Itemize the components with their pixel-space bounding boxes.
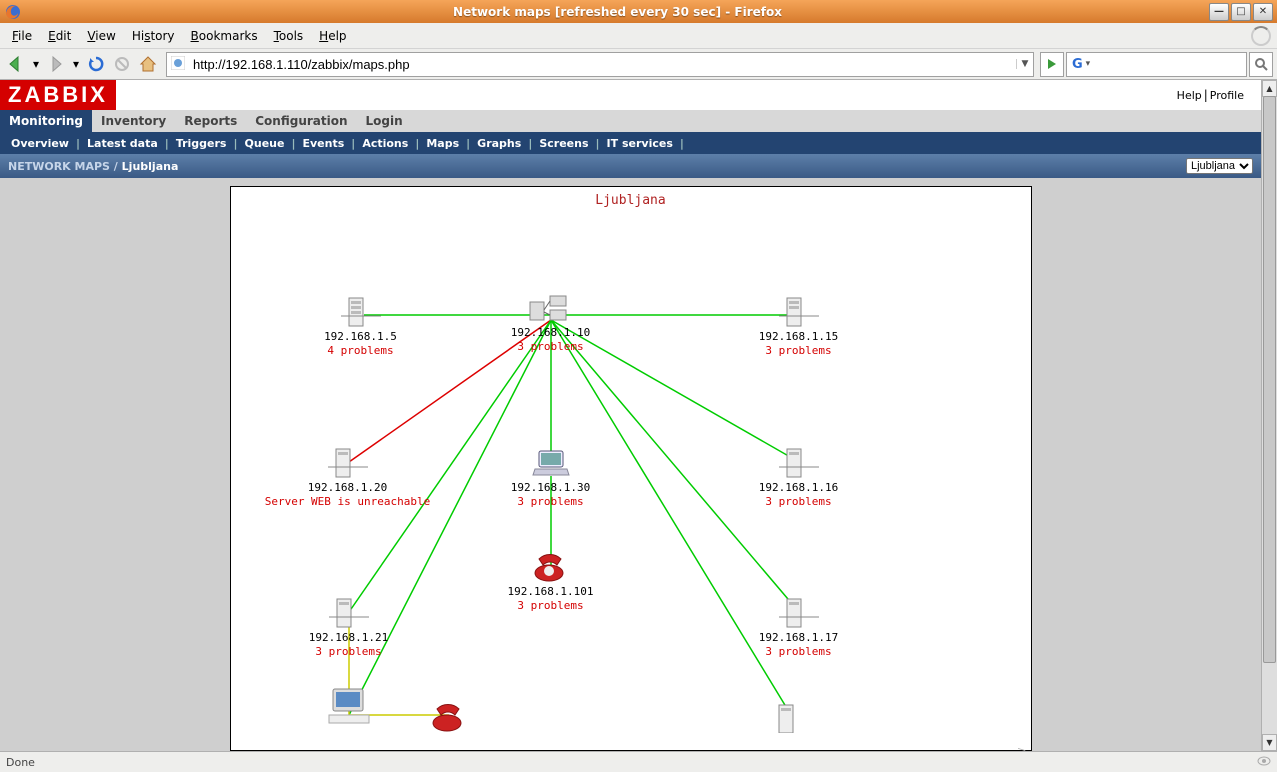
back-button[interactable]: [4, 52, 28, 76]
node-phone[interactable]: [429, 695, 469, 733]
window-titlebar: Network maps [refreshed every 30 sec] - …: [0, 0, 1277, 23]
reload-button[interactable]: [84, 52, 108, 76]
search-go-button[interactable]: [1249, 52, 1273, 77]
desktop-icon: [319, 689, 379, 727]
tab-configuration[interactable]: Configuration: [246, 110, 356, 132]
subnav-events[interactable]: Events: [295, 137, 351, 150]
go-button[interactable]: [1040, 52, 1064, 77]
google-icon: G: [1069, 57, 1086, 72]
server-icon: [263, 443, 433, 481]
menu-help[interactable]: Help: [313, 27, 352, 45]
node-laptop[interactable]: 192.168.1.30 3 problems: [491, 443, 611, 509]
node-server[interactable]: [771, 695, 811, 733]
zabbix-logo: ZABBIX: [0, 80, 116, 110]
node-server[interactable]: 192.168.1.16 3 problems: [739, 443, 859, 509]
subnav-queue[interactable]: Queue: [238, 137, 292, 150]
node-server[interactable]: 192.168.1.5 4 problems: [301, 292, 421, 358]
page-favicon-icon: [171, 56, 187, 72]
menu-tools[interactable]: Tools: [268, 27, 310, 45]
node-switch[interactable]: 192.168.1.10 3 problems: [491, 288, 611, 354]
sub-nav: Overview| Latest data| Triggers| Queue| …: [0, 132, 1261, 154]
forward-button[interactable]: [44, 52, 68, 76]
tab-inventory[interactable]: Inventory: [92, 110, 175, 132]
server-icon: [289, 593, 409, 631]
menu-edit[interactable]: Edit: [42, 27, 77, 45]
search-input[interactable]: [1090, 56, 1271, 73]
tab-monitoring[interactable]: Monitoring: [0, 110, 92, 132]
switch-icon: [491, 288, 611, 326]
throbber-icon: [1251, 26, 1271, 46]
tab-login[interactable]: Login: [357, 110, 412, 132]
map-select[interactable]: Ljubljana: [1186, 158, 1253, 174]
server-icon: [739, 593, 859, 631]
status-text: Done: [6, 756, 35, 769]
subnav-actions[interactable]: Actions: [355, 137, 415, 150]
url-dropdown[interactable]: ▼: [1016, 59, 1033, 69]
browser-statusbar: Done: [0, 751, 1277, 772]
firefox-icon: [5, 4, 21, 20]
scroll-up-button[interactable]: ▲: [1262, 80, 1277, 97]
phone-icon: [429, 695, 469, 733]
subnav-graphs[interactable]: Graphs: [470, 137, 528, 150]
map-viewport: Ljubljana: [0, 178, 1261, 751]
scroll-down-button[interactable]: ▼: [1262, 734, 1277, 751]
menu-view[interactable]: View: [81, 27, 121, 45]
security-icon: [1257, 755, 1271, 770]
phone-icon: [491, 547, 611, 585]
vertical-scrollbar[interactable]: ▲ ▼: [1261, 80, 1277, 751]
url-input[interactable]: [191, 56, 1016, 73]
map-canvas[interactable]: Ljubljana: [230, 186, 1032, 751]
menu-bookmarks[interactable]: Bookmarks: [185, 27, 264, 45]
subnav-maps[interactable]: Maps: [419, 137, 466, 150]
node-server[interactable]: 192.168.1.17 3 problems: [739, 593, 859, 659]
tab-reports[interactable]: Reports: [175, 110, 246, 132]
node-server[interactable]: 192.168.1.20 Server WEB is unreachable: [263, 443, 433, 509]
browser-toolbar: ▾ ▾ ▼ G▾: [0, 49, 1277, 80]
header: ZABBIX Help|Profile: [0, 80, 1261, 110]
help-link[interactable]: Help: [1175, 89, 1204, 102]
breadcrumb-path: NETWORK MAPS /: [8, 160, 118, 173]
minimize-button[interactable]: —: [1209, 3, 1229, 21]
breadcrumb: NETWORK MAPS / Ljubljana Ljubljana: [0, 154, 1261, 178]
search-box[interactable]: G▾: [1066, 52, 1247, 77]
server-icon: [739, 292, 859, 330]
server-icon: [771, 695, 811, 733]
forward-dropdown[interactable]: ▾: [70, 52, 82, 76]
close-button[interactable]: ✕: [1253, 3, 1273, 21]
node-phone[interactable]: 192.168.1.101 3 problems: [491, 547, 611, 613]
node-server[interactable]: 192.168.1.21 3 problems: [289, 593, 409, 659]
subnav-itservices[interactable]: IT services: [600, 137, 680, 150]
home-button[interactable]: [136, 52, 160, 76]
browser-menubar: File Edit View History Bookmarks Tools H…: [0, 23, 1277, 49]
stop-button[interactable]: [110, 52, 134, 76]
laptop-icon: [491, 443, 611, 481]
server-icon: [301, 292, 421, 330]
subnav-screens[interactable]: Screens: [532, 137, 595, 150]
back-dropdown[interactable]: ▾: [30, 52, 42, 76]
menu-file[interactable]: File: [6, 27, 38, 45]
copyright-text: http://www.zabbix.com/: [1018, 748, 1028, 751]
subnav-latestdata[interactable]: Latest data: [80, 137, 165, 150]
breadcrumb-current: Ljubljana: [122, 160, 179, 173]
url-bar[interactable]: ▼: [166, 52, 1034, 77]
node-desktop[interactable]: [319, 689, 379, 727]
menu-history[interactable]: History: [126, 27, 181, 45]
maximize-button[interactable]: □: [1231, 3, 1251, 21]
scroll-thumb[interactable]: [1263, 96, 1276, 663]
server-icon: [739, 443, 859, 481]
subnav-triggers[interactable]: Triggers: [169, 137, 234, 150]
node-server[interactable]: 192.168.1.15 3 problems: [739, 292, 859, 358]
main-nav: Monitoring Inventory Reports Configurati…: [0, 110, 1261, 132]
subnav-overview[interactable]: Overview: [4, 137, 76, 150]
profile-link[interactable]: Profile: [1208, 89, 1246, 102]
window-title: Network maps [refreshed every 30 sec] - …: [26, 5, 1209, 19]
